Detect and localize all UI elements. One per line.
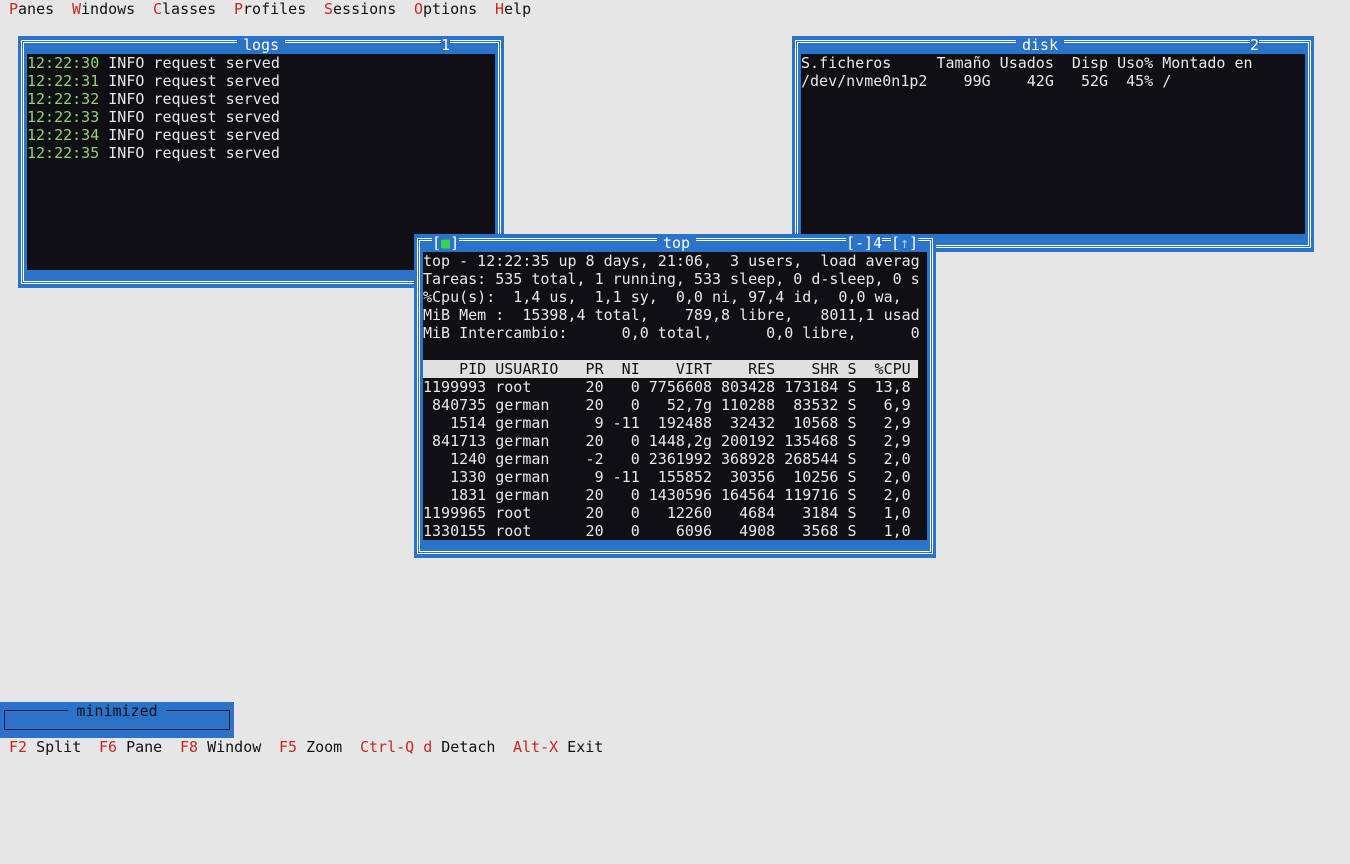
- log-line: 12:22:32 INFO request served: [27, 90, 280, 108]
- process-row: 1240 german -2 0 2361992 368928 268544 S…: [423, 450, 911, 468]
- disk-content[interactable]: S.ficheros Tamaño Usados Disp Uso% Monta…: [801, 54, 1305, 234]
- log-line: 12:22:35 INFO request served: [27, 144, 280, 162]
- close-button[interactable]: [■]: [432, 234, 460, 252]
- shortcut-window[interactable]: F8 Window: [180, 738, 261, 756]
- minimized-window[interactable]: minimized: [0, 702, 234, 738]
- shortcut-zoom[interactable]: F5 Zoom: [279, 738, 342, 756]
- process-row: 841713 german 20 0 1448,2g 200192 135468…: [423, 432, 911, 450]
- menu-help[interactable]: Help: [495, 0, 531, 18]
- top-summary-line: Tareas: 535 total, 1 running, 533 sleep,…: [423, 270, 920, 288]
- log-line: 12:22:33 INFO request served: [27, 108, 280, 126]
- process-table-header: PID USUARIO PR NI VIRT RES SHR S %CPU: [423, 360, 918, 378]
- minimized-title[interactable]: minimized: [68, 702, 166, 720]
- top-summary-line: %Cpu(s): 1,4 us, 1,1 sy, 0,0 ni, 97,4 id…: [423, 288, 902, 306]
- top-summary-line: [423, 342, 927, 360]
- menu-windows[interactable]: Windows: [72, 0, 135, 18]
- minimize-button[interactable]: [-]: [846, 234, 874, 252]
- window-title[interactable]: disk: [1016, 36, 1065, 54]
- menu-bar: Panes Windows Classes Profiles Sessions …: [0, 0, 1350, 18]
- shortcut-exit[interactable]: Alt-X Exit: [513, 738, 603, 756]
- window-number: 1: [441, 36, 451, 54]
- process-row: 1199965 root 20 0 12260 4684 3184 S 1,0: [423, 504, 911, 522]
- process-row: 1831 german 20 0 1430596 164564 119716 S…: [423, 486, 911, 504]
- disk-header-line: S.ficheros Tamaño Usados Disp Uso% Monta…: [801, 54, 1253, 72]
- top-summary-line: top - 12:22:35 up 8 days, 21:06, 3 users…: [423, 252, 920, 270]
- disk-window[interactable]: disk 2 S.ficheros Tamaño Usados Disp Uso…: [792, 36, 1314, 252]
- menu-classes[interactable]: Classes: [153, 0, 216, 18]
- log-line: 12:22:30 INFO request served: [27, 54, 280, 72]
- menu-sessions[interactable]: Sessions: [324, 0, 396, 18]
- window-number: 4: [873, 234, 883, 252]
- menu-profiles[interactable]: Profiles: [234, 0, 306, 18]
- top-window[interactable]: [■] top [-] 4 [↑] top - 12:22:35 up 8 da…: [414, 234, 936, 558]
- window-title[interactable]: logs: [237, 36, 286, 54]
- window-title[interactable]: top: [657, 234, 697, 252]
- log-line: 12:22:31 INFO request served: [27, 72, 280, 90]
- maximize-button[interactable]: [↑]: [891, 234, 919, 252]
- close-icon: ■: [441, 234, 451, 252]
- minimized-title-wrap: minimized: [0, 702, 234, 720]
- process-row: 1330 german 9 -11 155852 30356 10256 S 2…: [423, 468, 911, 486]
- top-summary-line: MiB Intercambio: 0,0 total, 0,0 libre, 0: [423, 324, 920, 342]
- top-content[interactable]: top - 12:22:35 up 8 days, 21:06, 3 users…: [423, 252, 927, 540]
- disk-row: /dev/nvme0n1p2 99G 42G 52G 45% /: [801, 72, 1172, 90]
- menu-options[interactable]: Options: [414, 0, 477, 18]
- log-line: 12:22:34 INFO request served: [27, 126, 280, 144]
- process-row: 1514 german 9 -11 192488 32432 10568 S 2…: [423, 414, 911, 432]
- shortcut-split[interactable]: F2 Split: [9, 738, 81, 756]
- menu-panes[interactable]: Panes: [9, 0, 54, 18]
- window-number: 2: [1250, 36, 1260, 54]
- status-bar: F2 Split F6 Pane F8 Window F5 Zoom Ctrl-…: [0, 738, 1350, 756]
- process-row: 1199993 root 20 0 7756608 803428 173184 …: [423, 378, 911, 396]
- process-row: 1330155 root 20 0 6096 4908 3568 S 1,0: [423, 522, 911, 540]
- top-summary-line: MiB Mem : 15398,4 total, 789,8 libre, 80…: [423, 306, 920, 324]
- shortcut-detach[interactable]: Ctrl-Q d Detach: [360, 738, 495, 756]
- process-row: 840735 german 20 0 52,7g 110288 83532 S …: [423, 396, 911, 414]
- shortcut-pane[interactable]: F6 Pane: [99, 738, 162, 756]
- arrow-up-icon: ↑: [900, 234, 910, 252]
